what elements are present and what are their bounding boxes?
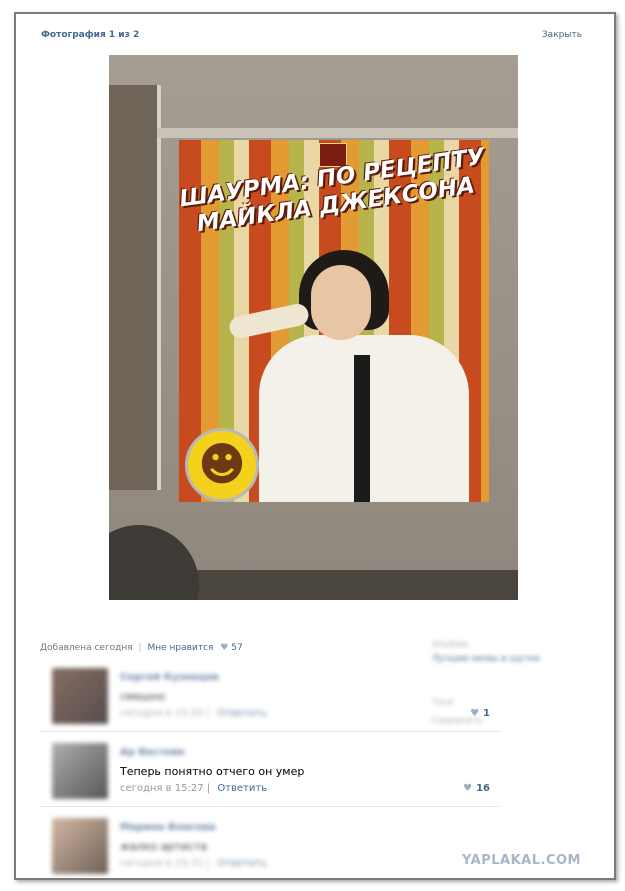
viewer-header: Фотография 1 из 2 Закрыть — [28, 30, 594, 44]
divider — [40, 731, 500, 732]
heart-icon: ♥ — [463, 783, 473, 794]
comment-timestamp: сегодня в 15:27 — [120, 783, 204, 794]
photo-image[interactable]: ШАУРМА: ПО РЕЦЕПТУ МАЙКЛА ДЖЕКСОНА ☻ — [109, 55, 518, 600]
comment-3: Марина Власова жалко артиста сегодня в 1… — [40, 810, 500, 880]
shawarma-wrap — [227, 301, 311, 341]
added-label: Добавлена сегодня — [40, 643, 133, 653]
close-link[interactable]: Закрыть — [542, 30, 582, 40]
comment-likes[interactable]: ♥ 1 — [470, 708, 490, 719]
like-button[interactable]: Мне нравится — [148, 643, 214, 653]
reply-link[interactable]: Ответить — [217, 783, 267, 794]
comment-date: сегодня в 15:31 | Ответить — [120, 858, 267, 869]
comment-date: сегодня в 15:27 | Ответить — [120, 783, 267, 794]
comment-author[interactable]: Ар Вестник — [120, 747, 185, 758]
album-label: Альбом: — [432, 640, 471, 650]
poster: ШАУРМА: ПО РЕЦЕПТУ МАЙКЛА ДЖЕКСОНА ☻ — [178, 140, 489, 502]
avatar[interactable] — [52, 818, 108, 874]
watermark-logo: YAPLAKAL.COM — [462, 853, 581, 868]
reply-separator: | — [206, 858, 211, 869]
figure-face — [311, 265, 371, 340]
divider — [40, 806, 500, 807]
comment-timestamp: сегодня в 15:31 — [120, 858, 204, 869]
photo-meta: Добавлена сегодня | Мне нравится ♥ 57 — [40, 643, 243, 653]
meta-separator: | — [138, 643, 142, 653]
photo-counter: Фотография 1 из 2 — [41, 30, 140, 40]
reply-link[interactable]: Ответить — [217, 858, 267, 869]
comment-1-likes-row: ♥ 1 — [40, 660, 500, 730]
comment-like-count: 1 — [483, 708, 490, 719]
comment-2: Ар Вестник Теперь понятно отчего он умер… — [40, 735, 500, 805]
smiley-icon: ☻ — [185, 428, 259, 502]
reply-separator: | — [206, 783, 211, 794]
comment-likes[interactable]: ♥ 16 — [463, 783, 490, 794]
comment-author[interactable]: Марина Власова — [120, 822, 216, 833]
comment-like-count: 16 — [476, 783, 490, 794]
avatar[interactable] — [52, 743, 108, 799]
like-count: 57 — [231, 643, 243, 653]
comment-text: жалко артиста — [120, 840, 208, 853]
heart-icon: ♥ — [220, 643, 229, 653]
van-window — [109, 85, 161, 490]
figure-tie — [354, 355, 370, 502]
heart-icon: ♥ — [470, 708, 480, 719]
van-rail — [157, 128, 518, 138]
comment-text: Теперь понятно отчего он умер — [120, 765, 305, 778]
